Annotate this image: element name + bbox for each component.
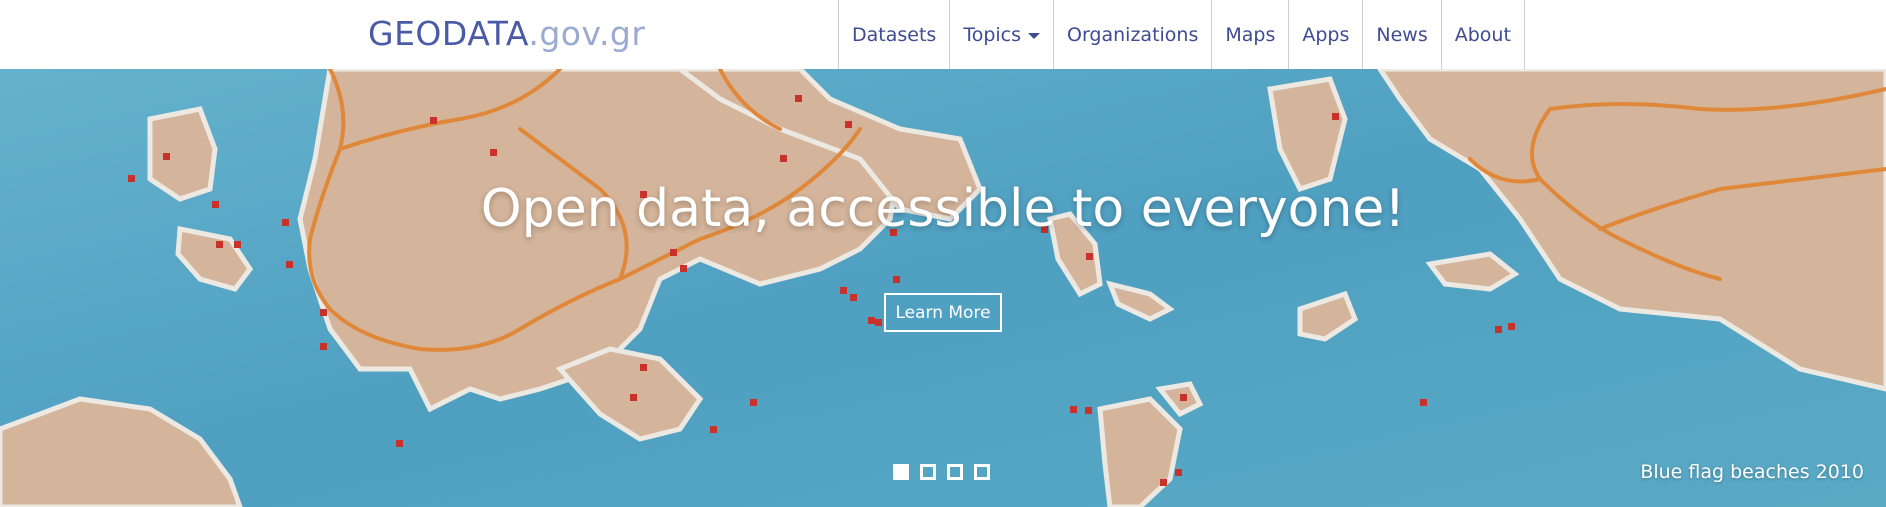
logo-suffix-text: .gov.gr (528, 14, 646, 53)
nav-item-label: Maps (1225, 23, 1276, 46)
carousel-dot-4[interactable] (974, 464, 990, 480)
learn-more-label: Learn More (895, 302, 991, 323)
hero-map-background (0, 69, 1886, 507)
logo-main-text: GEODATA (368, 14, 529, 53)
nav-item-organizations[interactable]: Organizations (1054, 0, 1213, 69)
nav-item-topics[interactable]: Topics (950, 0, 1054, 69)
carousel-dot-2[interactable] (920, 464, 936, 480)
nav-item-maps[interactable]: Maps (1212, 0, 1290, 69)
nav-item-news[interactable]: News (1363, 0, 1442, 69)
hero-carousel: Open data, accessible to everyone! Learn… (0, 69, 1886, 507)
nav-item-label: Apps (1302, 23, 1350, 46)
carousel-indicators (893, 464, 990, 480)
nav-item-datasets[interactable]: Datasets (839, 0, 951, 69)
nav-item-label: Datasets (852, 23, 937, 46)
nav-item-about[interactable]: About (1442, 0, 1525, 69)
nav-item-label: Organizations (1067, 23, 1199, 46)
carousel-dot-1[interactable] (893, 464, 909, 480)
carousel-dot-3[interactable] (947, 464, 963, 480)
slide-caption: Blue flag beaches 2010 (1640, 461, 1864, 483)
nav-item-label: About (1454, 23, 1511, 46)
main-nav: Datasets Topics Organizations Maps Apps … (838, 0, 1525, 69)
nav-item-label: Topics (963, 23, 1021, 46)
learn-more-button[interactable]: Learn More (884, 293, 1002, 332)
hero-headline: Open data, accessible to everyone! (480, 179, 1406, 239)
top-navbar: GEODATA.gov.gr Datasets Topics Organizat… (0, 0, 1886, 70)
nav-item-apps[interactable]: Apps (1289, 0, 1364, 69)
site-logo[interactable]: GEODATA.gov.gr (368, 14, 645, 53)
nav-item-label: News (1376, 23, 1428, 46)
caret-down-icon (1028, 33, 1040, 39)
